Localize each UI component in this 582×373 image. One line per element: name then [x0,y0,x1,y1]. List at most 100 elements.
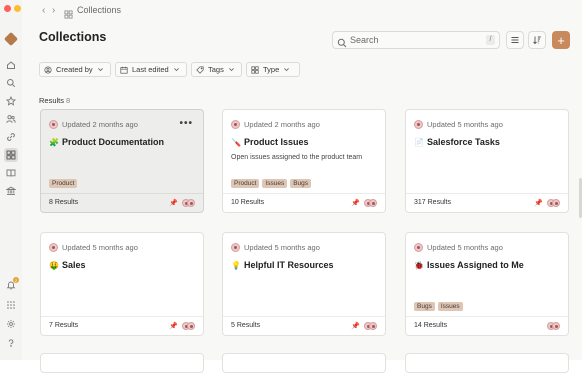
created-by-filter[interactable]: Created by [39,62,111,77]
sort-button[interactable] [528,31,546,49]
help-icon[interactable] [4,336,18,350]
collection-card[interactable] [405,353,569,373]
card-title-text: Sales [62,260,86,270]
chevron-down-icon [228,68,234,72]
settings-gear-icon[interactable] [4,317,18,331]
logo-icon[interactable] [3,31,19,47]
card-results-count: 5 Results [231,322,261,329]
star-icon[interactable] [4,94,18,108]
tags-filter[interactable]: Tags [191,62,242,77]
collection-card[interactable]: Updated 2 months ago ••• 🧩 Product Docum… [40,109,204,213]
search-input[interactable]: Search / [332,31,500,49]
apps-grid-icon[interactable] [4,298,18,312]
pin-icon[interactable]: 📌 [534,199,543,207]
tag[interactable]: Issues [262,179,288,188]
avatar-group [364,322,377,330]
lightbulb-icon: 💡 [231,260,241,270]
minimize-window-button[interactable] [14,5,21,12]
pin-icon[interactable]: 📌 [169,322,178,330]
back-arrow-icon[interactable]: ‹ [42,5,45,16]
pin-icon[interactable]: 📌 [351,199,360,207]
card-title: 💡 Helpful IT Resources [231,260,334,270]
card-meta: Updated 5 months ago [414,243,503,252]
pin-icon[interactable]: 📌 [169,199,178,207]
collection-card[interactable] [40,353,204,373]
avatar-group [547,199,560,207]
plus-icon: + [557,32,565,48]
updated-time: Updated 5 months ago [427,120,503,129]
card-results-count: 317 Results [414,199,451,206]
type-filter[interactable]: Type [246,62,300,77]
avatar [369,199,377,207]
avatar-group [182,322,195,330]
card-title: 🧩 Product Documentation [49,137,164,147]
avatar [552,199,560,207]
page-title: Collections [39,30,107,44]
list-icon [511,37,519,43]
card-description: Open issues assigned to the product team [231,154,363,161]
more-options-icon[interactable]: ••• [179,118,193,129]
screwdriver-icon: 🪛 [231,137,241,147]
card-divider [406,193,568,194]
notification-badge: 2 [13,277,19,283]
list-view-button[interactable] [506,31,524,49]
bank-icon[interactable] [4,184,18,198]
avatar [414,120,423,129]
avatar [49,243,58,252]
search-icon [337,35,347,48]
card-meta: Updated 2 months ago [231,120,320,129]
link-icon[interactable] [4,130,18,144]
book-icon[interactable] [4,166,18,180]
card-footer-icons: 📌 [351,199,377,207]
card-footer-icons [547,322,560,330]
collection-card[interactable] [222,353,386,373]
results-count: 8 [66,96,71,105]
close-window-button[interactable] [4,5,11,12]
people-icon[interactable] [4,112,18,126]
tag[interactable]: Issues [437,302,463,311]
card-tags: Bugs Issues [414,302,463,311]
last-edited-filter[interactable]: Last edited [115,62,187,77]
card-divider [41,316,203,317]
chevron-down-icon [173,68,179,72]
bell-icon[interactable]: 2 [4,277,19,292]
search-nav-icon[interactable] [4,76,18,90]
breadcrumb[interactable]: Collections [77,5,121,15]
card-divider [223,316,385,317]
pin-icon[interactable]: 📌 [351,322,360,330]
tag[interactable]: Bugs [290,179,312,188]
sidebar: 2 [0,0,31,360]
sort-icon [533,36,541,45]
collection-card[interactable]: Updated 5 months ago 🤑 Sales 7 Results 📌 [40,232,204,336]
collection-card[interactable]: Updated 5 months ago 💡 Helpful IT Resour… [222,232,386,336]
collection-card[interactable]: Updated 5 months ago 📄 Salesforce Tasks … [405,109,569,213]
main-content: ‹ › Collections Collections Search / + C… [22,0,582,373]
card-footer-icons: 📌 [169,199,195,207]
card-meta: Updated 5 months ago [414,120,503,129]
tag[interactable]: Product [231,179,260,188]
avatar [414,243,423,252]
card-footer-icons: 📌 [169,322,195,330]
chevron-down-icon [97,68,103,72]
home-icon[interactable] [4,58,18,72]
user-icon [44,65,52,74]
collections-grid-icon[interactable] [4,148,18,162]
avatar [369,322,377,330]
filter-label: Tags [208,65,224,74]
avatar [231,120,240,129]
tag-icon [196,65,204,74]
card-divider [223,193,385,194]
collection-card[interactable]: Updated 2 months ago 🪛 Product Issues Op… [222,109,386,213]
card-tags: Product [49,179,78,188]
card-meta: Updated 5 months ago [49,243,138,252]
card-title: 🐞 Issues Assigned to Me [414,260,524,270]
tag[interactable]: Bugs [414,302,435,311]
forward-arrow-icon[interactable]: › [52,5,55,16]
tag[interactable]: Product [49,179,78,188]
grid-icon [64,6,73,19]
card-title: 🤑 Sales [49,260,86,270]
add-collection-button[interactable]: + [552,31,570,49]
collection-card[interactable]: Updated 5 months ago 🐞 Issues Assigned t… [405,232,569,336]
card-divider [41,193,203,194]
filter-label: Created by [56,65,93,74]
